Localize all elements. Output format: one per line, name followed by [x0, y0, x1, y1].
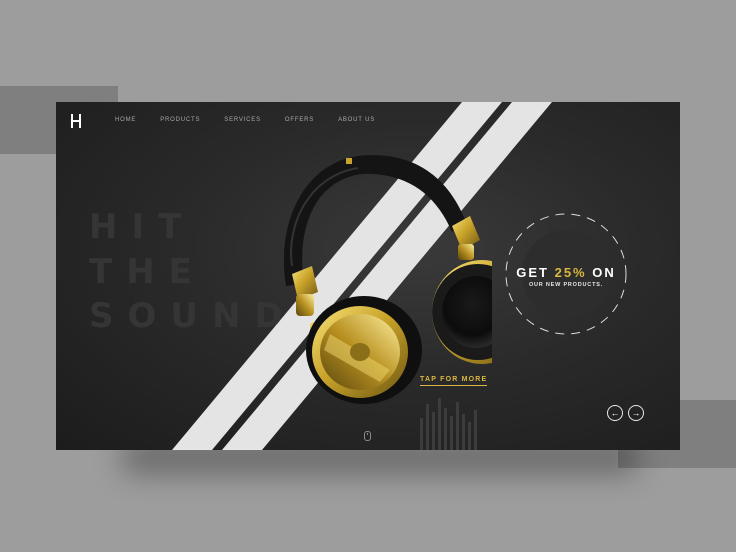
arrow-left-icon[interactable]: ← [607, 405, 623, 421]
arrow-right-icon[interactable]: → [628, 405, 644, 421]
main-nav: HOME PRODUCTS SERVICES OFFERS ABOUT US [115, 116, 399, 124]
equalizer-bars-icon [420, 398, 477, 450]
headline-line-2: THE [89, 252, 206, 292]
offer-subtitle: OUR NEW PRODUCTS. [528, 282, 604, 288]
offer-discount: 25% [554, 265, 587, 280]
hero-panel: HOME PRODUCTS SERVICES OFFERS ABOUT US H… [56, 102, 680, 450]
tap-for-more-link[interactable]: TAP FOR MORE [420, 376, 488, 386]
nav-about-us[interactable]: ABOUT US [338, 116, 375, 124]
brand-logo[interactable] [71, 114, 81, 128]
nav-offers[interactable]: OFFERS [285, 116, 314, 124]
headphones-image [283, 155, 492, 404]
offer-title-prefix: GET [516, 265, 549, 280]
headline-line-1: HIT [89, 207, 196, 247]
offer-title-suffix: ON [592, 265, 616, 280]
nav-products[interactable]: PRODUCTS [160, 116, 200, 124]
offer-title: GET 25% ON [508, 265, 624, 280]
scroll-mouse-icon[interactable] [364, 431, 371, 441]
nav-services[interactable]: SERVICES [224, 116, 261, 124]
nav-home[interactable]: HOME [115, 116, 136, 124]
